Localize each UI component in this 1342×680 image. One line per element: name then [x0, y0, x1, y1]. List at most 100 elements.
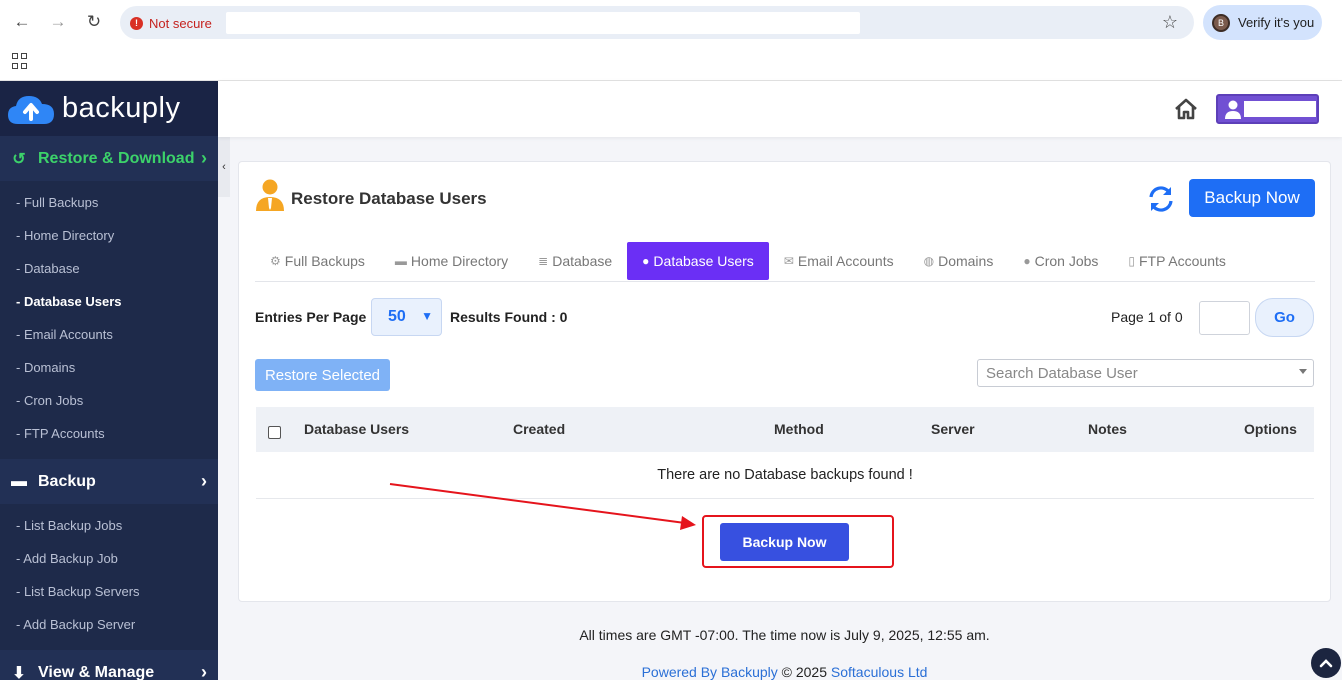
- sidebar-item-list-backup-servers[interactable]: - List Backup Servers: [0, 576, 218, 609]
- sidebar-item-full-backups[interactable]: - Full Backups: [0, 187, 218, 220]
- sidebar-section-backup[interactable]: ▬ Backup ›: [0, 459, 218, 504]
- sidebar-item-ftp-accounts[interactable]: - FTP Accounts: [0, 418, 218, 451]
- entries-per-page-select[interactable]: 50 ▼: [371, 298, 442, 336]
- company-link[interactable]: Softaculous Ltd: [831, 664, 928, 680]
- footer-credits: Powered By Backuply © 2025 Softaculous L…: [238, 664, 1331, 680]
- sidebar-section-restore[interactable]: ↺ Restore & Download ›: [0, 136, 218, 181]
- sidebar-collapse-toggle[interactable]: ‹: [218, 137, 230, 197]
- user-icon: [1225, 100, 1241, 119]
- page-number-input[interactable]: [1199, 301, 1250, 335]
- envelope-icon: ✉: [783, 254, 794, 268]
- sidebar-section-view-manage[interactable]: ⬇ View & Manage ›: [0, 650, 218, 680]
- page-indicator: Page 1 of 0: [1111, 309, 1183, 325]
- caret-down-icon: [1299, 369, 1307, 374]
- tab-ftp-accounts[interactable]: ▯ FTP Accounts: [1113, 242, 1241, 280]
- hdd-icon: ▬: [11, 472, 27, 490]
- not-secure-icon: !: [130, 16, 143, 30]
- security-chip[interactable]: ! Not secure: [130, 14, 212, 32]
- chevron-right-icon: ›: [201, 662, 207, 680]
- apps-grid-icon[interactable]: [12, 53, 28, 69]
- tab-home-directory[interactable]: ▬ Home Directory: [380, 242, 523, 280]
- column-header-server[interactable]: Server: [931, 421, 975, 437]
- annotation-arrow: [389, 483, 696, 530]
- sidebar: backuply ↺ Restore & Download › - Full B…: [0, 81, 218, 680]
- chevron-up-icon: [1319, 659, 1333, 668]
- tab-full-backups[interactable]: ⚙ Full Backups: [255, 242, 380, 280]
- scroll-to-top-button[interactable]: [1311, 648, 1341, 678]
- sidebar-section-label: View & Manage: [38, 663, 155, 680]
- sidebar-item-email-accounts[interactable]: - Email Accounts: [0, 319, 218, 352]
- home-icon[interactable]: [1174, 98, 1198, 120]
- search-placeholder: Search Database User: [986, 365, 1138, 382]
- user-menu-button[interactable]: [1216, 94, 1319, 124]
- sidebar-item-add-backup-job[interactable]: - Add Backup Job: [0, 543, 218, 576]
- column-header-created[interactable]: Created: [513, 421, 565, 437]
- security-label: Not secure: [149, 15, 212, 31]
- folder-icon: ▬: [394, 254, 407, 268]
- tab-domains[interactable]: ◍ Domains: [909, 242, 1009, 280]
- results-found: Results Found : 0: [450, 309, 568, 325]
- sidebar-item-domains[interactable]: - Domains: [0, 352, 218, 385]
- tab-database-users[interactable]: ● Database Users: [627, 242, 769, 280]
- sidebar-item-cron-jobs[interactable]: - Cron Jobs: [0, 385, 218, 418]
- chevron-down-icon: ▼: [421, 309, 433, 323]
- sidebar-item-home-directory[interactable]: - Home Directory: [0, 220, 218, 253]
- tab-label: Database: [552, 253, 613, 269]
- go-button[interactable]: Go: [1255, 298, 1314, 337]
- refresh-icon[interactable]: [1147, 185, 1175, 213]
- tab-cron-jobs[interactable]: ● Cron Jobs: [1008, 242, 1113, 280]
- copyright-text: © 2025: [777, 664, 831, 680]
- table-header: Database Users Created Method Server Not…: [256, 407, 1314, 452]
- profile-button[interactable]: B Verify it's you: [1203, 5, 1322, 40]
- tab-database[interactable]: ≣ Database: [523, 242, 627, 280]
- sidebar-item-list-backup-jobs[interactable]: - List Backup Jobs: [0, 510, 218, 543]
- backup-now-button-bottom[interactable]: Backup Now: [720, 523, 849, 561]
- profile-label: Verify it's you: [1238, 15, 1315, 30]
- chevron-right-icon: ›: [201, 471, 207, 491]
- sidebar-item-database[interactable]: - Database: [0, 253, 218, 286]
- tab-label: Full Backups: [284, 253, 365, 269]
- file-icon: ▯: [1128, 254, 1135, 268]
- browser-toolbar: ← → ↻ ! Not secure ☆ B Verify it's you: [0, 0, 1342, 44]
- column-header-database-users[interactable]: Database Users: [304, 421, 409, 437]
- app-header: [218, 81, 1342, 137]
- backup-now-button[interactable]: Backup Now: [1189, 179, 1315, 217]
- back-icon[interactable]: ←: [11, 11, 33, 33]
- restore-selected-button[interactable]: Restore Selected: [255, 359, 390, 391]
- search-database-user-select[interactable]: Search Database User: [977, 359, 1314, 387]
- bookmark-star-icon[interactable]: ☆: [1162, 12, 1178, 33]
- footer-time: All times are GMT -07:00. The time now i…: [579, 627, 990, 643]
- restore-submenu: - Full Backups - Home Directory - Databa…: [0, 181, 218, 459]
- powered-by-link[interactable]: Powered By Backuply: [642, 664, 778, 680]
- panel-header: Restore Database Users: [255, 178, 487, 212]
- reload-icon[interactable]: ↻: [83, 11, 105, 33]
- user-clock-icon: ●: [1023, 254, 1031, 268]
- cloud-upload-icon: [8, 95, 54, 124]
- chevron-right-icon: ›: [201, 148, 207, 168]
- column-header-method[interactable]: Method: [774, 421, 824, 437]
- tab-label: Database Users: [653, 253, 754, 269]
- address-bar[interactable]: ! Not secure ☆: [120, 6, 1194, 39]
- sidebar-section-label: Restore & Download: [38, 149, 195, 167]
- forward-icon[interactable]: →: [47, 11, 69, 33]
- cogs-icon: ⚙: [270, 254, 281, 268]
- username-redacted: [1244, 101, 1316, 117]
- tab-label: Home Directory: [410, 253, 509, 269]
- entries-per-page-label: Entries Per Page: [255, 309, 367, 325]
- tab-email-accounts[interactable]: ✉ Email Accounts: [769, 242, 909, 280]
- user-tie-icon: [256, 179, 284, 211]
- download-icon: ⬇: [12, 664, 26, 680]
- entries-value: 50: [388, 308, 406, 325]
- column-header-notes: Notes: [1088, 421, 1127, 437]
- url-field[interactable]: [226, 12, 860, 34]
- tab-label: Cron Jobs: [1034, 253, 1099, 269]
- brand-logo[interactable]: backuply: [0, 81, 218, 136]
- sidebar-item-database-users[interactable]: - Database Users: [0, 286, 218, 319]
- tab-label: FTP Accounts: [1139, 253, 1226, 269]
- avatar: B: [1212, 13, 1230, 32]
- sidebar-item-add-backup-server[interactable]: - Add Backup Server: [0, 609, 218, 642]
- select-all-checkbox[interactable]: [268, 426, 281, 439]
- tab-label: Email Accounts: [797, 253, 894, 269]
- brand-name: backuply: [62, 92, 181, 124]
- tab-label: Domains: [938, 253, 994, 269]
